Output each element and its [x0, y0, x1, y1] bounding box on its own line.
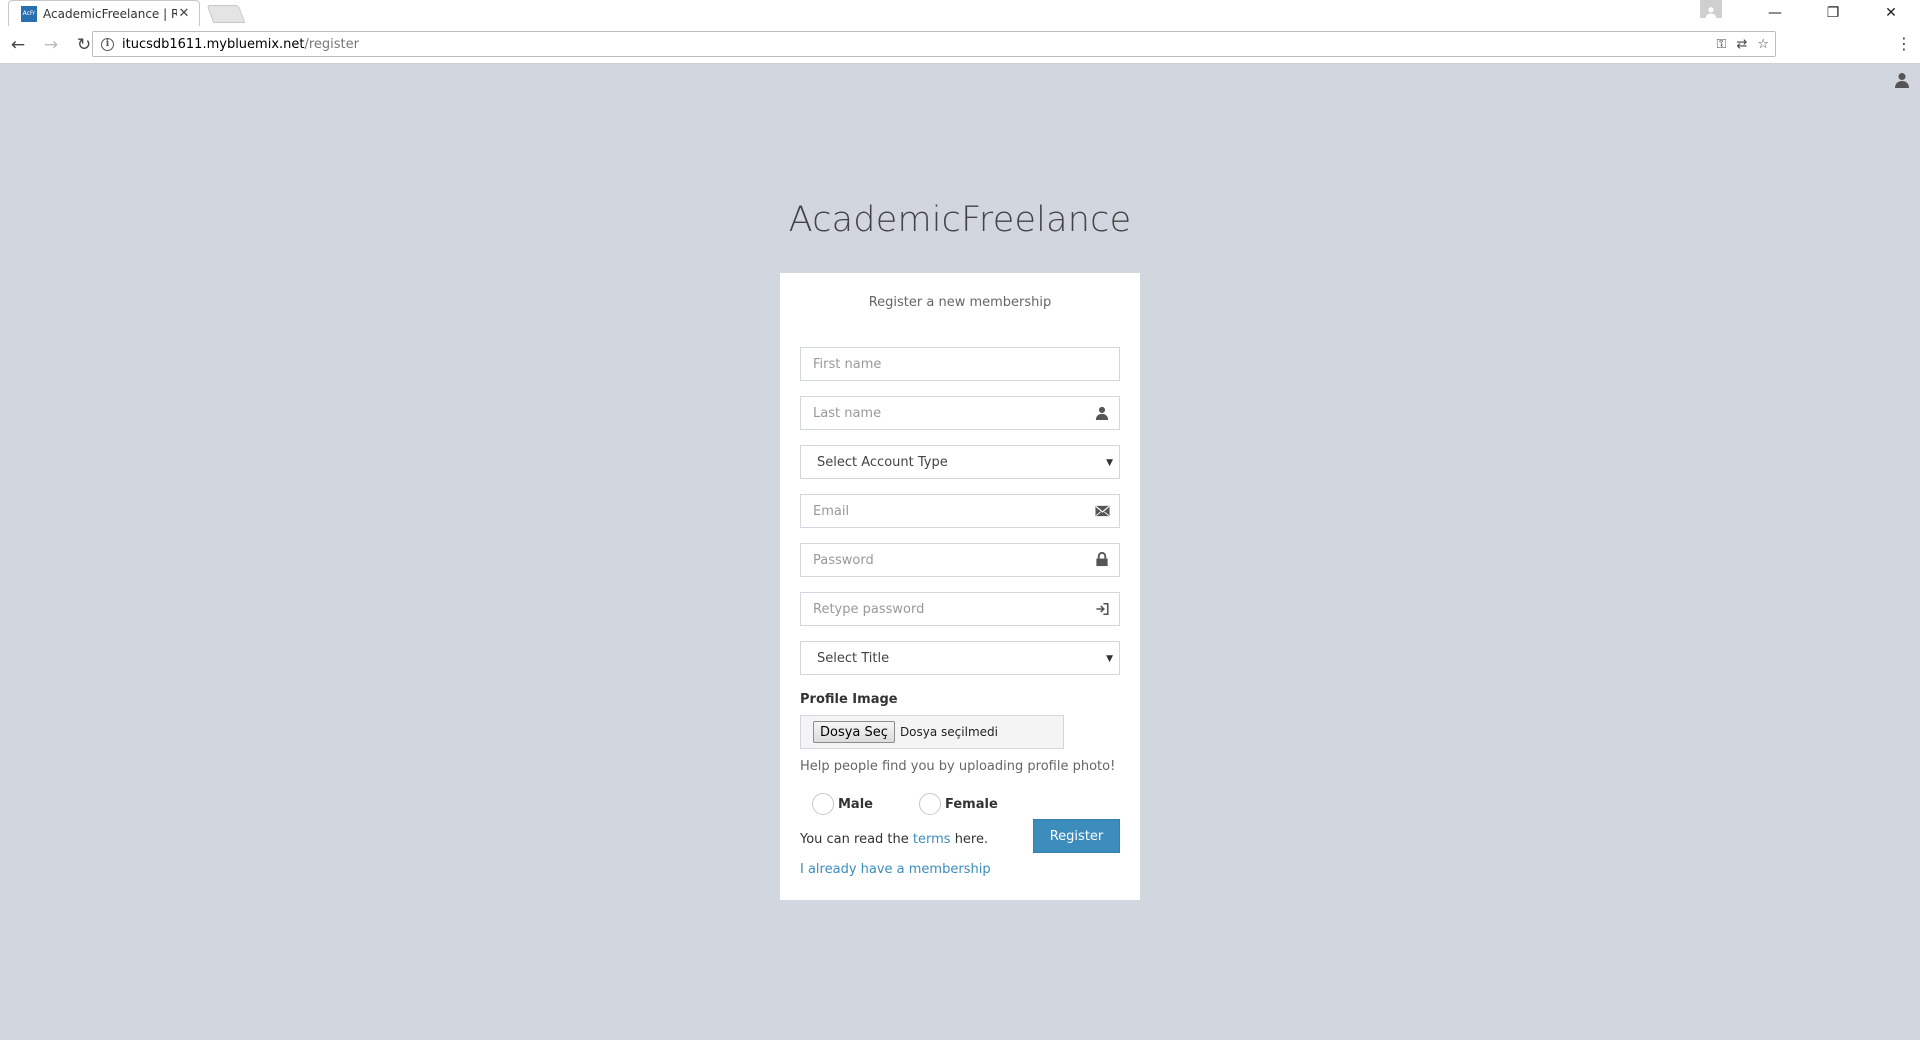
tab-title: AcademicFreelance | Reg: [43, 6, 177, 21]
chevron-down-icon: ▼: [1106, 458, 1113, 468]
envelope-icon: [1095, 503, 1111, 519]
profile-image-label: Profile Image: [800, 692, 898, 707]
minimize-icon[interactable]: —: [1746, 0, 1804, 26]
tab-close-icon[interactable]: ✕: [177, 6, 191, 21]
browser-menu-icon[interactable]: ⋮: [1896, 36, 1912, 52]
restore-icon[interactable]: ❐: [1804, 0, 1862, 26]
back-icon[interactable]: ←: [3, 30, 33, 60]
password-input[interactable]: [801, 544, 1119, 576]
forward-icon[interactable]: →: [36, 30, 66, 60]
terms-text: You can read the terms here.: [800, 832, 988, 847]
register-button[interactable]: Register: [1033, 819, 1120, 853]
address-bar[interactable]: i itucsdb1611.mybluemix.net/register ⚿ ⇄…: [92, 31, 1776, 57]
browser-tab[interactable]: AcFr AcademicFreelance | Reg ✕: [8, 0, 200, 26]
user-icon[interactable]: [1894, 72, 1910, 88]
file-status: Dosya seçilmedi: [899, 725, 998, 739]
retype-password-input[interactable]: [801, 593, 1119, 625]
new-tab-button[interactable]: [206, 5, 246, 23]
already-member-link[interactable]: I already have a membership: [800, 862, 991, 877]
female-label[interactable]: Female: [945, 797, 998, 812]
account-type-selected: Select Account Type: [817, 454, 948, 470]
female-radio[interactable]: [919, 793, 941, 815]
email-input[interactable]: [801, 495, 1119, 527]
retype-password-field: [800, 592, 1120, 626]
terms-prefix: You can read the: [800, 832, 913, 847]
browser-toolbar: ← → ↻ i itucsdb1611.mybluemix.net/regist…: [0, 26, 1920, 64]
profile-help-text: Help people find you by uploading profil…: [800, 759, 1116, 774]
email-field: [800, 494, 1120, 528]
gender-female-option[interactable]: Female: [919, 793, 998, 815]
account-type-select[interactable]: Select Account Type ▼: [800, 445, 1120, 479]
key-icon[interactable]: ⚿: [1717, 37, 1727, 52]
window-controls: — ❐ ✕: [1700, 0, 1920, 26]
male-label[interactable]: Male: [838, 797, 873, 812]
translate-icon[interactable]: ⇄: [1736, 37, 1747, 52]
last-name-field: [800, 396, 1120, 430]
chevron-down-icon: ▼: [1106, 654, 1113, 664]
user-icon: [1095, 405, 1111, 421]
url-host: itucsdb1611.mybluemix.net: [122, 36, 305, 52]
browser-tab-bar: AcFr AcademicFreelance | Reg ✕ — ❐ ✕: [0, 0, 1920, 26]
profile-icon[interactable]: [1700, 0, 1722, 18]
title-selected: Select Title: [817, 650, 890, 666]
terms-link[interactable]: terms: [913, 832, 951, 847]
male-radio[interactable]: [812, 793, 834, 815]
first-name-field: [800, 347, 1120, 381]
log-in-icon: [1095, 601, 1111, 617]
gender-male-option[interactable]: Male: [812, 793, 873, 815]
terms-suffix: here.: [950, 832, 989, 847]
register-box: Register a new membership Select Account…: [780, 273, 1140, 900]
profile-image-file-input: Dosya Seç Dosya seçilmedi: [800, 715, 1064, 749]
choose-file-button[interactable]: Dosya Seç: [813, 721, 895, 743]
lock-icon: [1095, 552, 1111, 568]
password-field: [800, 543, 1120, 577]
title-select[interactable]: Select Title ▼: [800, 641, 1120, 675]
register-box-message: Register a new membership: [868, 295, 1052, 310]
app-logo[interactable]: AcademicFreelance: [0, 200, 1920, 240]
first-name-input[interactable]: [801, 348, 1119, 380]
info-icon[interactable]: i: [101, 37, 114, 51]
url-path: /register: [304, 36, 359, 52]
last-name-input[interactable]: [801, 397, 1119, 429]
close-window-icon[interactable]: ✕: [1862, 0, 1920, 26]
bookmark-star-icon[interactable]: ☆: [1757, 37, 1769, 52]
favicon-icon: AcFr: [21, 5, 37, 22]
